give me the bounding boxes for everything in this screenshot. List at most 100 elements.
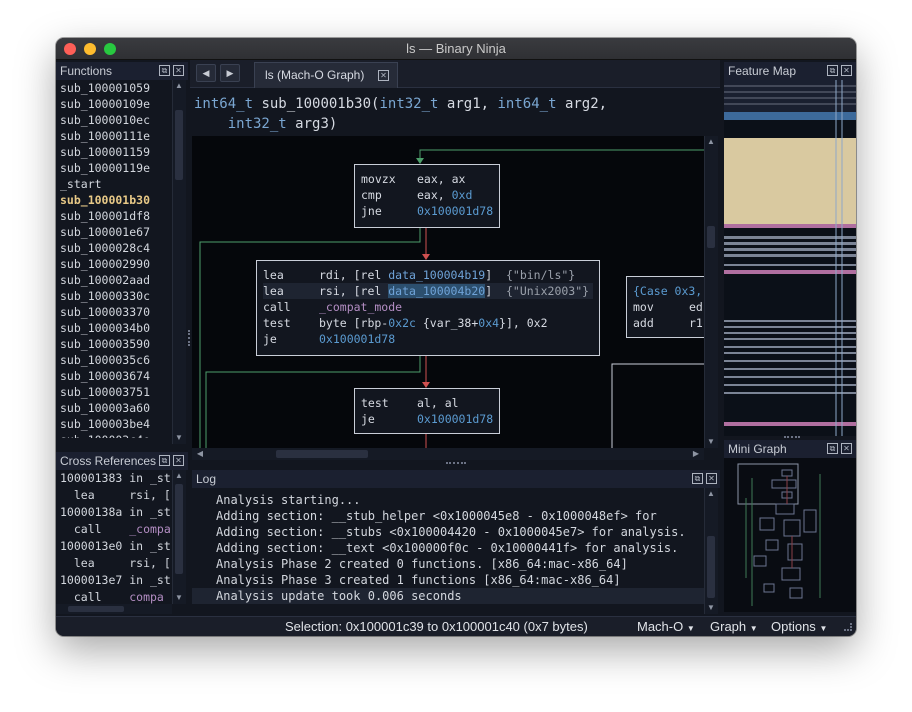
function-list-item[interactable]: _start — [56, 176, 172, 192]
log-line[interactable]: Analysis update took 0.006 seconds — [192, 588, 704, 604]
function-list-item[interactable]: sub_10000111e — [56, 128, 172, 144]
instruction-row[interactable]: movzx eax, ax — [361, 171, 493, 187]
binary-format-menu[interactable]: Mach-O ▼ — [637, 617, 695, 636]
forward-button[interactable]: ▶ — [220, 64, 240, 82]
function-list-item[interactable]: sub_1000028c4 — [56, 240, 172, 256]
splitter-handle[interactable] — [188, 330, 190, 346]
instruction-row[interactable]: {Case 0x3, — [633, 283, 704, 299]
scroll-down-icon[interactable]: ▼ — [173, 593, 185, 602]
function-list-item[interactable]: sub_100001059 — [56, 80, 172, 96]
function-list-item[interactable]: sub_1000010ec — [56, 112, 172, 128]
close-panel-icon[interactable]: ✕ — [173, 455, 184, 466]
scroll-thumb[interactable] — [707, 536, 715, 598]
instruction-row[interactable]: call _compat_mode — [263, 299, 593, 315]
instruction-row[interactable]: jne 0x100001d78 — [361, 203, 493, 219]
function-name[interactable]: sub_100001b30 — [261, 96, 371, 112]
close-panel-icon[interactable]: ✕ — [173, 65, 184, 76]
minimize-window-button[interactable] — [84, 43, 96, 55]
log-line[interactable]: Analysis Phase 3 created 1 functions [x8… — [192, 572, 704, 588]
scroll-up-icon[interactable]: ▲ — [705, 489, 717, 498]
function-list-item[interactable]: sub_100002aad — [56, 272, 172, 288]
instruction-row[interactable]: mov ed — [633, 299, 704, 315]
close-tab-icon[interactable]: ✕ — [378, 70, 389, 81]
instruction-row[interactable]: lea rdi, [rel data_100004b19] {"bin/ls"} — [263, 267, 593, 283]
xref-line[interactable]: lea rsi, [ — [56, 487, 172, 504]
scroll-up-icon[interactable]: ▲ — [173, 471, 185, 480]
back-button[interactable]: ◀ — [196, 64, 216, 82]
log-line[interactable]: Adding section: __text <0x100000f0c - 0x… — [192, 540, 704, 556]
xref-line[interactable]: 1000013e0 in _st — [56, 538, 172, 555]
graph-vscrollbar[interactable]: ▲ ▼ — [704, 136, 718, 448]
function-list-item[interactable]: sub_10000119e — [56, 160, 172, 176]
functions-scrollbar[interactable]: ▲ ▼ — [172, 80, 186, 444]
scroll-left-icon[interactable]: ◀ — [194, 449, 206, 458]
function-list-item[interactable]: sub_1000034b0 — [56, 320, 172, 336]
import-symbol[interactable]: _compat_mode — [319, 300, 402, 314]
close-window-button[interactable] — [64, 43, 76, 55]
scroll-thumb[interactable] — [175, 110, 183, 180]
scroll-up-icon[interactable]: ▲ — [705, 137, 717, 146]
function-list-item[interactable]: sub_100001b30 — [56, 192, 172, 208]
function-list-item[interactable]: sub_100001159 — [56, 144, 172, 160]
instruction-row[interactable]: je 0x100001d78 — [361, 411, 493, 427]
function-list-item[interactable]: sub_10000109e — [56, 96, 172, 112]
view-type-menu[interactable]: Graph ▼ — [710, 617, 758, 636]
instruction-row[interactable]: je 0x100001d78 — [263, 331, 593, 347]
hscroll-thumb[interactable] — [68, 606, 124, 612]
close-panel-icon[interactable]: ✕ — [841, 443, 852, 454]
float-panel-icon[interactable]: ⧉ — [827, 443, 838, 454]
splitter-handle[interactable] — [446, 462, 466, 466]
resize-grip-icon[interactable] — [844, 623, 852, 631]
function-list-item[interactable]: sub_100003590 — [56, 336, 172, 352]
instruction-row-selected[interactable]: lea rsi, [rel data_100004b20] {"Unix2003"… — [263, 283, 593, 299]
log-line[interactable]: Adding section: __stub_helper <0x1000045… — [192, 508, 704, 524]
instruction-row[interactable]: add r1 — [633, 315, 704, 331]
graph-view[interactable]: movzx eax, ax cmp eax, 0xd jne 0x100001d78 … — [192, 136, 704, 448]
float-panel-icon[interactable]: ⧉ — [159, 455, 170, 466]
xref-line[interactable]: 10000138a in _st — [56, 504, 172, 521]
function-list-item[interactable]: sub_100002990 — [56, 256, 172, 272]
log-line[interactable]: Analysis starting... — [192, 492, 704, 508]
float-panel-icon[interactable]: ⧉ — [692, 473, 703, 484]
basic-block[interactable]: lea rdi, [rel data_100004b19] {"bin/ls"} … — [256, 260, 600, 356]
scroll-down-icon[interactable]: ▼ — [173, 433, 185, 442]
feature-map[interactable] — [724, 80, 856, 436]
function-list-item[interactable]: sub_100003751 — [56, 384, 172, 400]
jump-target[interactable]: 0x100001d78 — [417, 412, 493, 426]
scroll-down-icon[interactable]: ▼ — [705, 603, 717, 612]
scroll-thumb[interactable] — [175, 484, 183, 574]
function-list-item[interactable]: sub_100001df8 — [56, 208, 172, 224]
function-list-item[interactable]: sub_100003a60 — [56, 400, 172, 416]
basic-block[interactable]: test al, al je 0x100001d78 — [354, 388, 500, 434]
float-panel-icon[interactable]: ⧉ — [827, 65, 838, 76]
close-panel-icon[interactable]: ✕ — [841, 65, 852, 76]
hscroll-thumb[interactable] — [276, 450, 368, 458]
function-list-item[interactable]: sub_100001e67 — [56, 224, 172, 240]
maximize-window-button[interactable] — [104, 43, 116, 55]
function-list-item[interactable]: sub_100003be4 — [56, 416, 172, 432]
data-symbol[interactable]: data_100004b19 — [388, 268, 485, 282]
mini-graph[interactable] — [724, 458, 856, 612]
basic-block[interactable]: {Case 0x3, mov ed add r1 — [626, 276, 704, 338]
function-list-item[interactable]: sub_100003c4e — [56, 432, 172, 438]
tab-ls-graph[interactable]: ls (Mach-O Graph) ✕ — [254, 62, 398, 88]
xrefs-scrollbar[interactable]: ▲ ▼ — [172, 470, 186, 604]
xref-line[interactable]: 1000013e7 in _st — [56, 572, 172, 589]
xrefs-hscrollbar[interactable] — [56, 604, 172, 614]
xref-line[interactable]: 100001383 in _st — [56, 470, 172, 487]
xref-line[interactable]: call _compa — [56, 521, 172, 538]
instruction-row[interactable]: cmp eax, 0xd — [361, 187, 493, 203]
function-list-item[interactable]: sub_100003674 — [56, 368, 172, 384]
instruction-row[interactable]: test al, al — [361, 395, 493, 411]
jump-target[interactable]: 0x100001d78 — [319, 332, 395, 346]
function-list-item[interactable]: sub_100003370 — [56, 304, 172, 320]
scroll-right-icon[interactable]: ▶ — [690, 449, 702, 458]
options-menu[interactable]: Options ▼ — [771, 617, 827, 636]
xref-line[interactable]: lea rsi, [ — [56, 555, 172, 572]
function-list-item[interactable]: sub_10000330c — [56, 288, 172, 304]
close-panel-icon[interactable]: ✕ — [706, 473, 717, 484]
log-line[interactable]: Adding section: __stubs <0x100004420 - 0… — [192, 524, 704, 540]
scroll-thumb[interactable] — [707, 226, 715, 248]
graph-hscrollbar[interactable]: ◀ ▶ — [192, 448, 704, 460]
instruction-row[interactable]: test byte [rbp-0x2c {var_38+0x4}], 0x2 — [263, 315, 593, 331]
